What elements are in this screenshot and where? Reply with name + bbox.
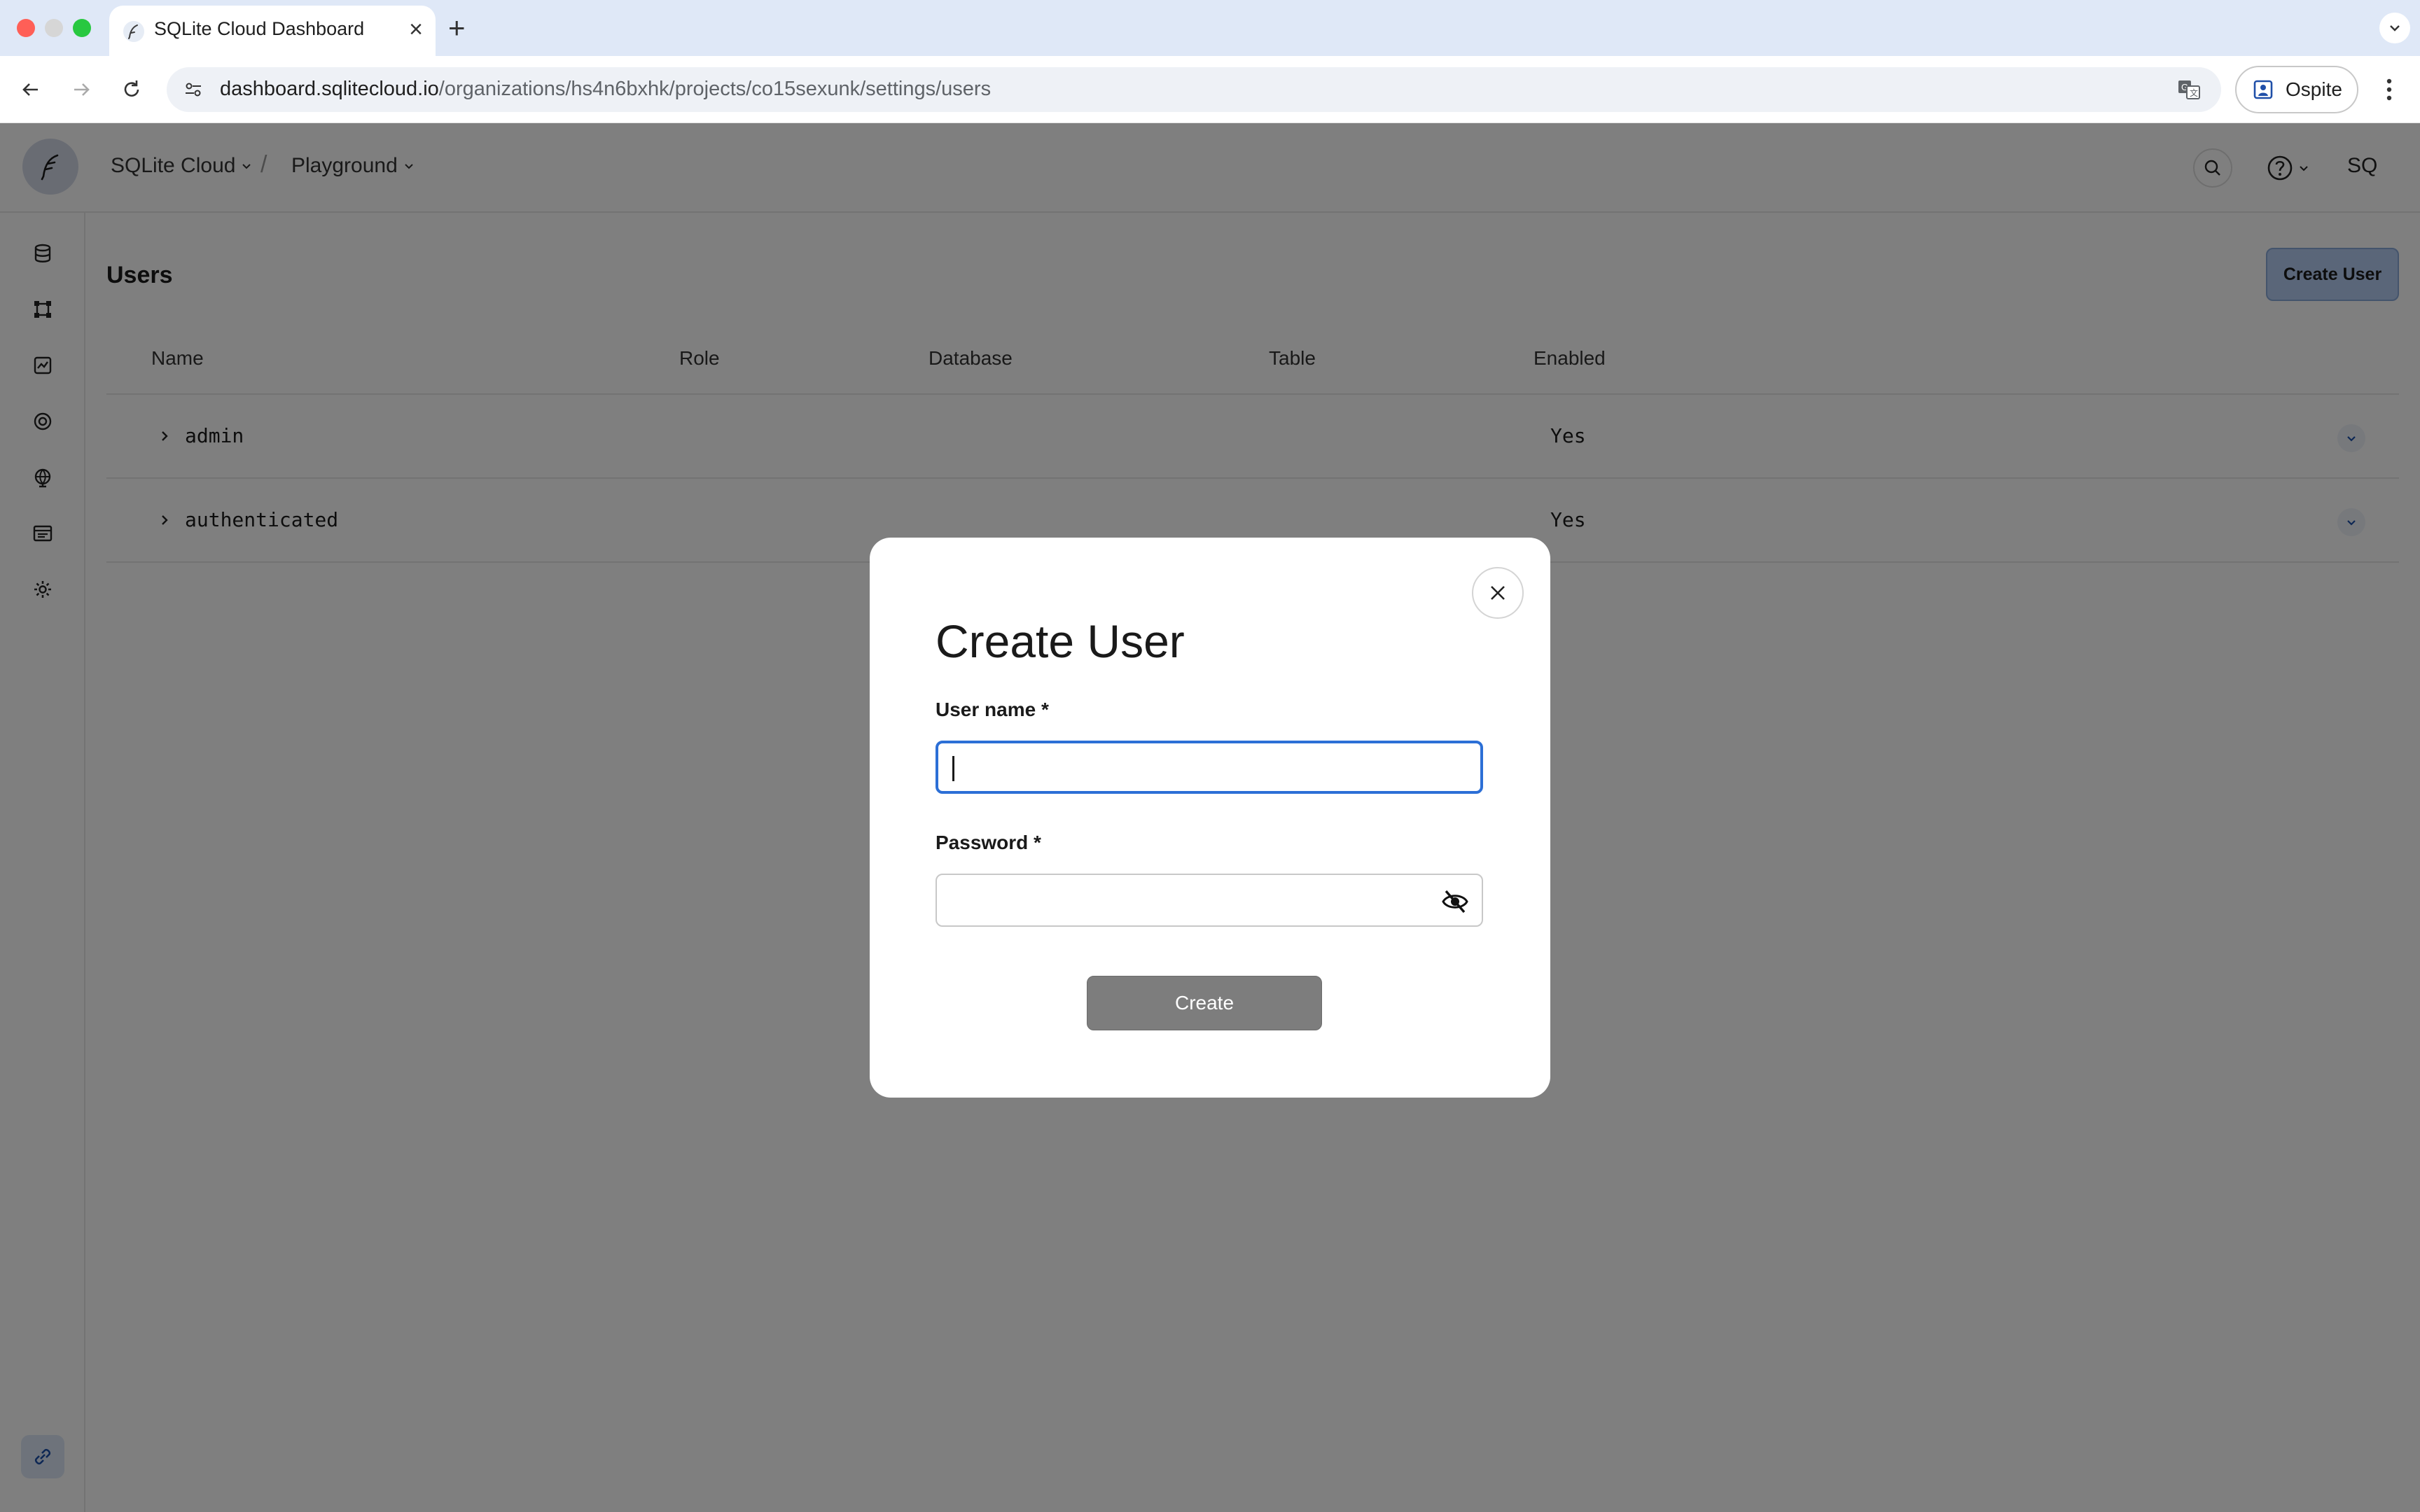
new-tab-button[interactable]: + xyxy=(448,8,466,48)
password-input[interactable] xyxy=(950,875,1426,925)
profile-button[interactable]: Ospite xyxy=(2235,66,2358,113)
feather-favicon-icon xyxy=(123,21,144,42)
tab-title: SQLite Cloud Dashboard xyxy=(154,18,365,39)
create-button[interactable]: Create xyxy=(1087,976,1322,1030)
username-label: User name * xyxy=(936,699,1049,720)
eye-off-icon[interactable] xyxy=(1440,886,1470,917)
screen: SQLite Cloud Dashboard × + dashboard.sql… xyxy=(0,0,2420,1512)
address-bar[interactable]: dashboard.sqlitecloud.io/organizations/h… xyxy=(167,67,2221,112)
password-field[interactable] xyxy=(936,874,1483,927)
site-settings-icon[interactable] xyxy=(181,77,206,102)
svg-text:文: 文 xyxy=(2190,88,2198,98)
url-path: /organizations/hs4n6bxhk/projects/co15se… xyxy=(438,78,992,100)
username-field[interactable] xyxy=(936,741,1483,794)
close-icon[interactable] xyxy=(1472,567,1524,619)
forward-arrow-icon[interactable] xyxy=(64,73,98,106)
profile-label: Ospite xyxy=(2286,78,2342,100)
window-zoom-button[interactable] xyxy=(73,19,91,37)
window-minimize-button[interactable] xyxy=(45,19,63,37)
translate-icon[interactable]: G文 xyxy=(2176,77,2202,102)
browser-tab-active[interactable]: SQLite Cloud Dashboard × xyxy=(109,6,436,56)
username-input[interactable] xyxy=(951,743,1427,791)
browser-toolbar: dashboard.sqlitecloud.io/organizations/h… xyxy=(0,56,2420,123)
text-caret xyxy=(952,756,954,781)
create-user-dialog: Create User User name * Password * Creat… xyxy=(870,538,1550,1098)
back-arrow-icon[interactable] xyxy=(14,73,48,106)
url-host: dashboard.sqlitecloud.io xyxy=(220,78,439,100)
tab-search-chevron-icon[interactable] xyxy=(2379,13,2410,43)
browser-tabstrip: SQLite Cloud Dashboard × + xyxy=(0,0,2420,56)
dialog-title: Create User xyxy=(936,615,1185,667)
profile-icon xyxy=(2253,80,2273,99)
window-close-button[interactable] xyxy=(17,19,35,37)
tab-close-icon[interactable]: × xyxy=(409,15,423,43)
url-text[interactable]: dashboard.sqlitecloud.io/organizations/h… xyxy=(220,78,991,101)
password-label: Password * xyxy=(936,832,1041,853)
reload-icon[interactable] xyxy=(115,73,148,106)
browser-menu-icon[interactable] xyxy=(2377,73,2402,106)
